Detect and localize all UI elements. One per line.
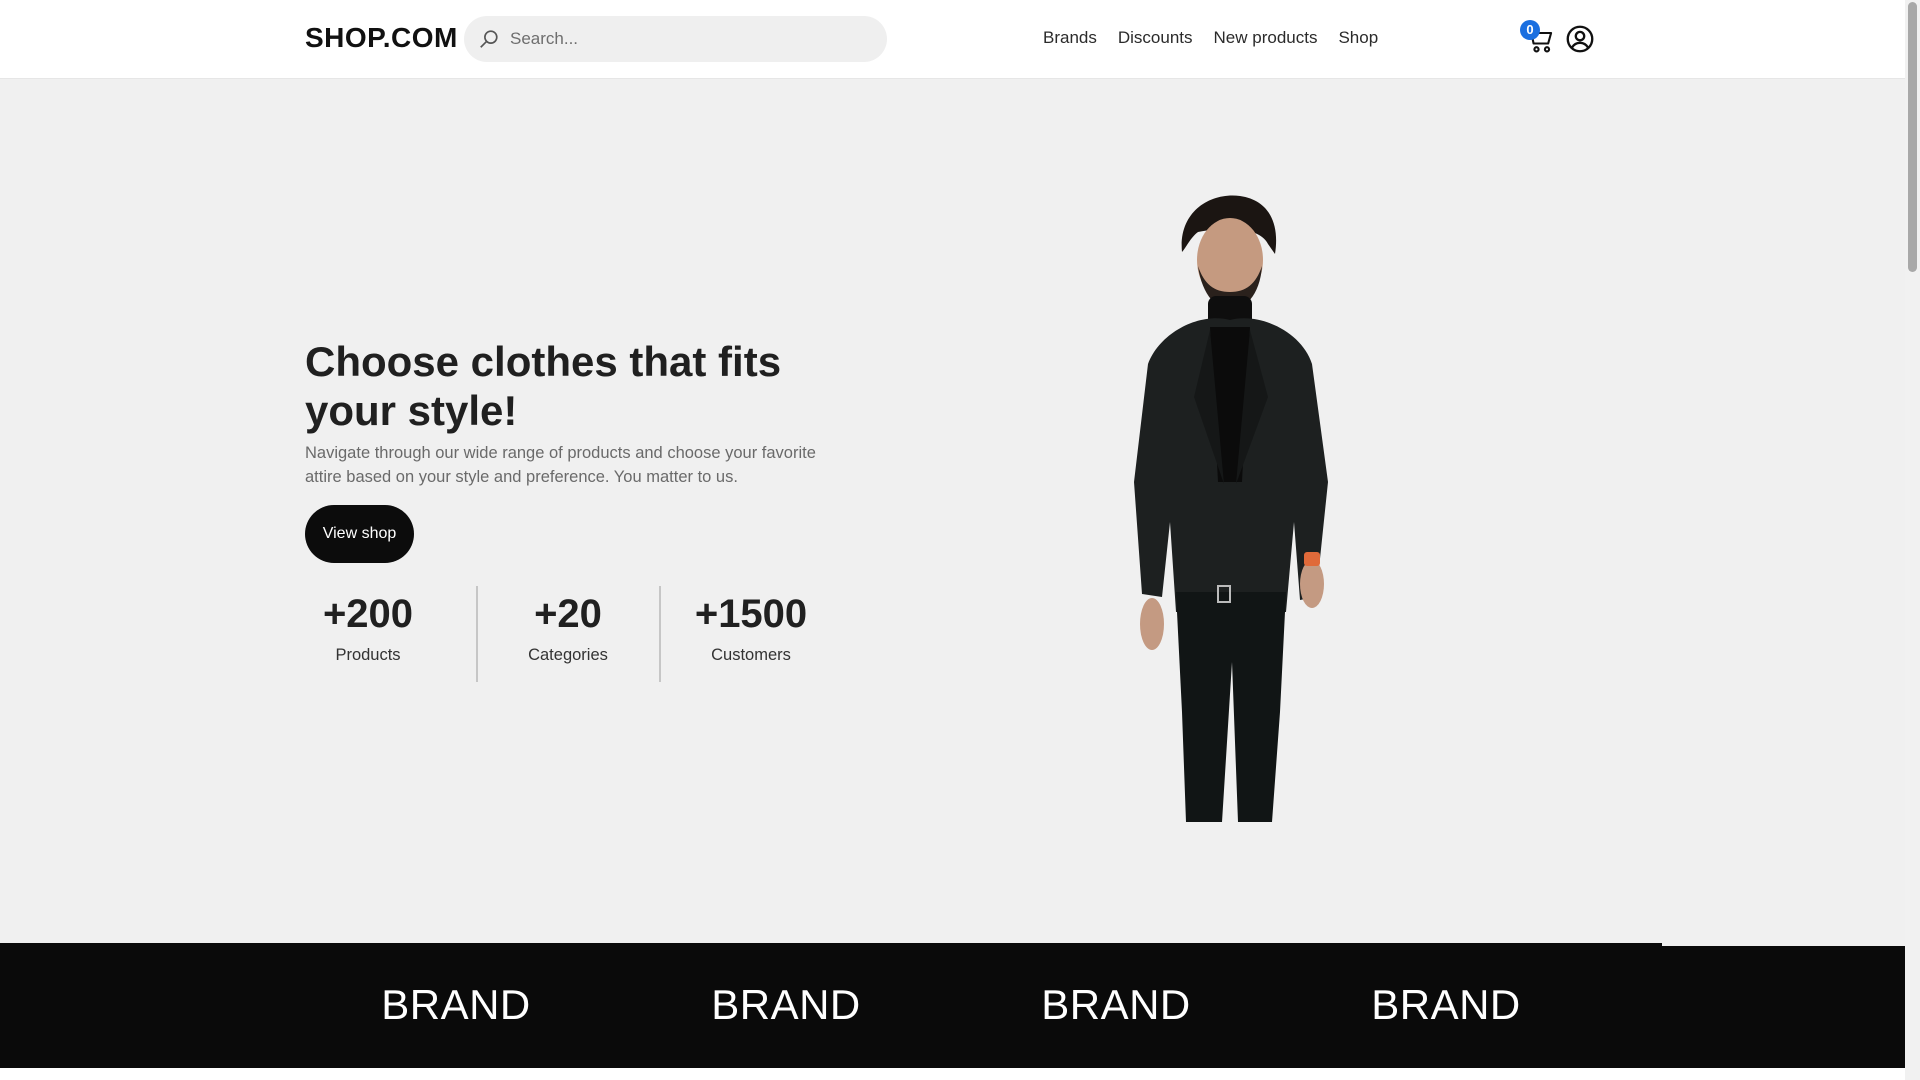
brand-logo[interactable]: BRAND	[356, 981, 556, 1029]
stat-label: Categories	[528, 646, 608, 664]
search-icon	[480, 30, 498, 48]
stat-products: +200 Products	[288, 586, 448, 665]
brand-logo[interactable]: BRAND	[1346, 981, 1546, 1029]
search-input[interactable]	[508, 28, 872, 50]
nav-shop[interactable]: Shop	[1338, 28, 1378, 48]
hero-title: Choose clothes that fits your style!	[305, 338, 782, 434]
view-shop-button[interactable]: View shop	[305, 505, 414, 563]
nav-discounts[interactable]: Discounts	[1118, 28, 1193, 48]
page-scrollbar[interactable]	[1905, 0, 1920, 1080]
nav-brands[interactable]: Brands	[1043, 28, 1097, 48]
main-nav: Brands Discounts New products Shop	[1043, 28, 1399, 48]
search-bar[interactable]	[464, 16, 887, 62]
user-circle-icon	[1566, 25, 1594, 53]
strip-gap	[1662, 943, 1905, 946]
stat-value: +1500	[694, 592, 808, 636]
stat-categories: +20 Categories	[488, 586, 648, 665]
cart-count-badge: 0	[1520, 20, 1540, 40]
stat-label: Customers	[711, 646, 791, 664]
stat-customers: +1500 Customers	[671, 586, 831, 665]
site-logo[interactable]: SHOP.COM	[305, 22, 458, 54]
hero-model-image	[1134, 195, 1328, 822]
hero-description: Navigate through our wide range of produ…	[305, 444, 816, 486]
scrollbar-thumb[interactable]	[1908, 2, 1917, 272]
stat-divider	[659, 586, 661, 682]
stats-row: +200 Products +20 Categories +1500 Custo…	[305, 586, 825, 682]
stat-divider	[476, 586, 478, 682]
hero-section: Choose clothes that fits your style! Nav…	[0, 79, 1905, 943]
site-header: SHOP.COM Brands Discounts New products S…	[0, 0, 1905, 79]
stat-label: Products	[335, 646, 401, 664]
brand-logo[interactable]: BRAND	[1016, 981, 1216, 1029]
stat-value: +20	[534, 592, 602, 636]
brands-strip: BRAND BRAND BRAND BRAND	[0, 943, 1905, 1068]
stat-value: +200	[322, 592, 414, 636]
cart-button[interactable]: 0	[1520, 20, 1560, 56]
brand-logo[interactable]: BRAND	[686, 981, 886, 1029]
page-bottom	[0, 1068, 1905, 1080]
account-button[interactable]	[1566, 25, 1594, 53]
nav-new-products[interactable]: New products	[1214, 28, 1318, 48]
